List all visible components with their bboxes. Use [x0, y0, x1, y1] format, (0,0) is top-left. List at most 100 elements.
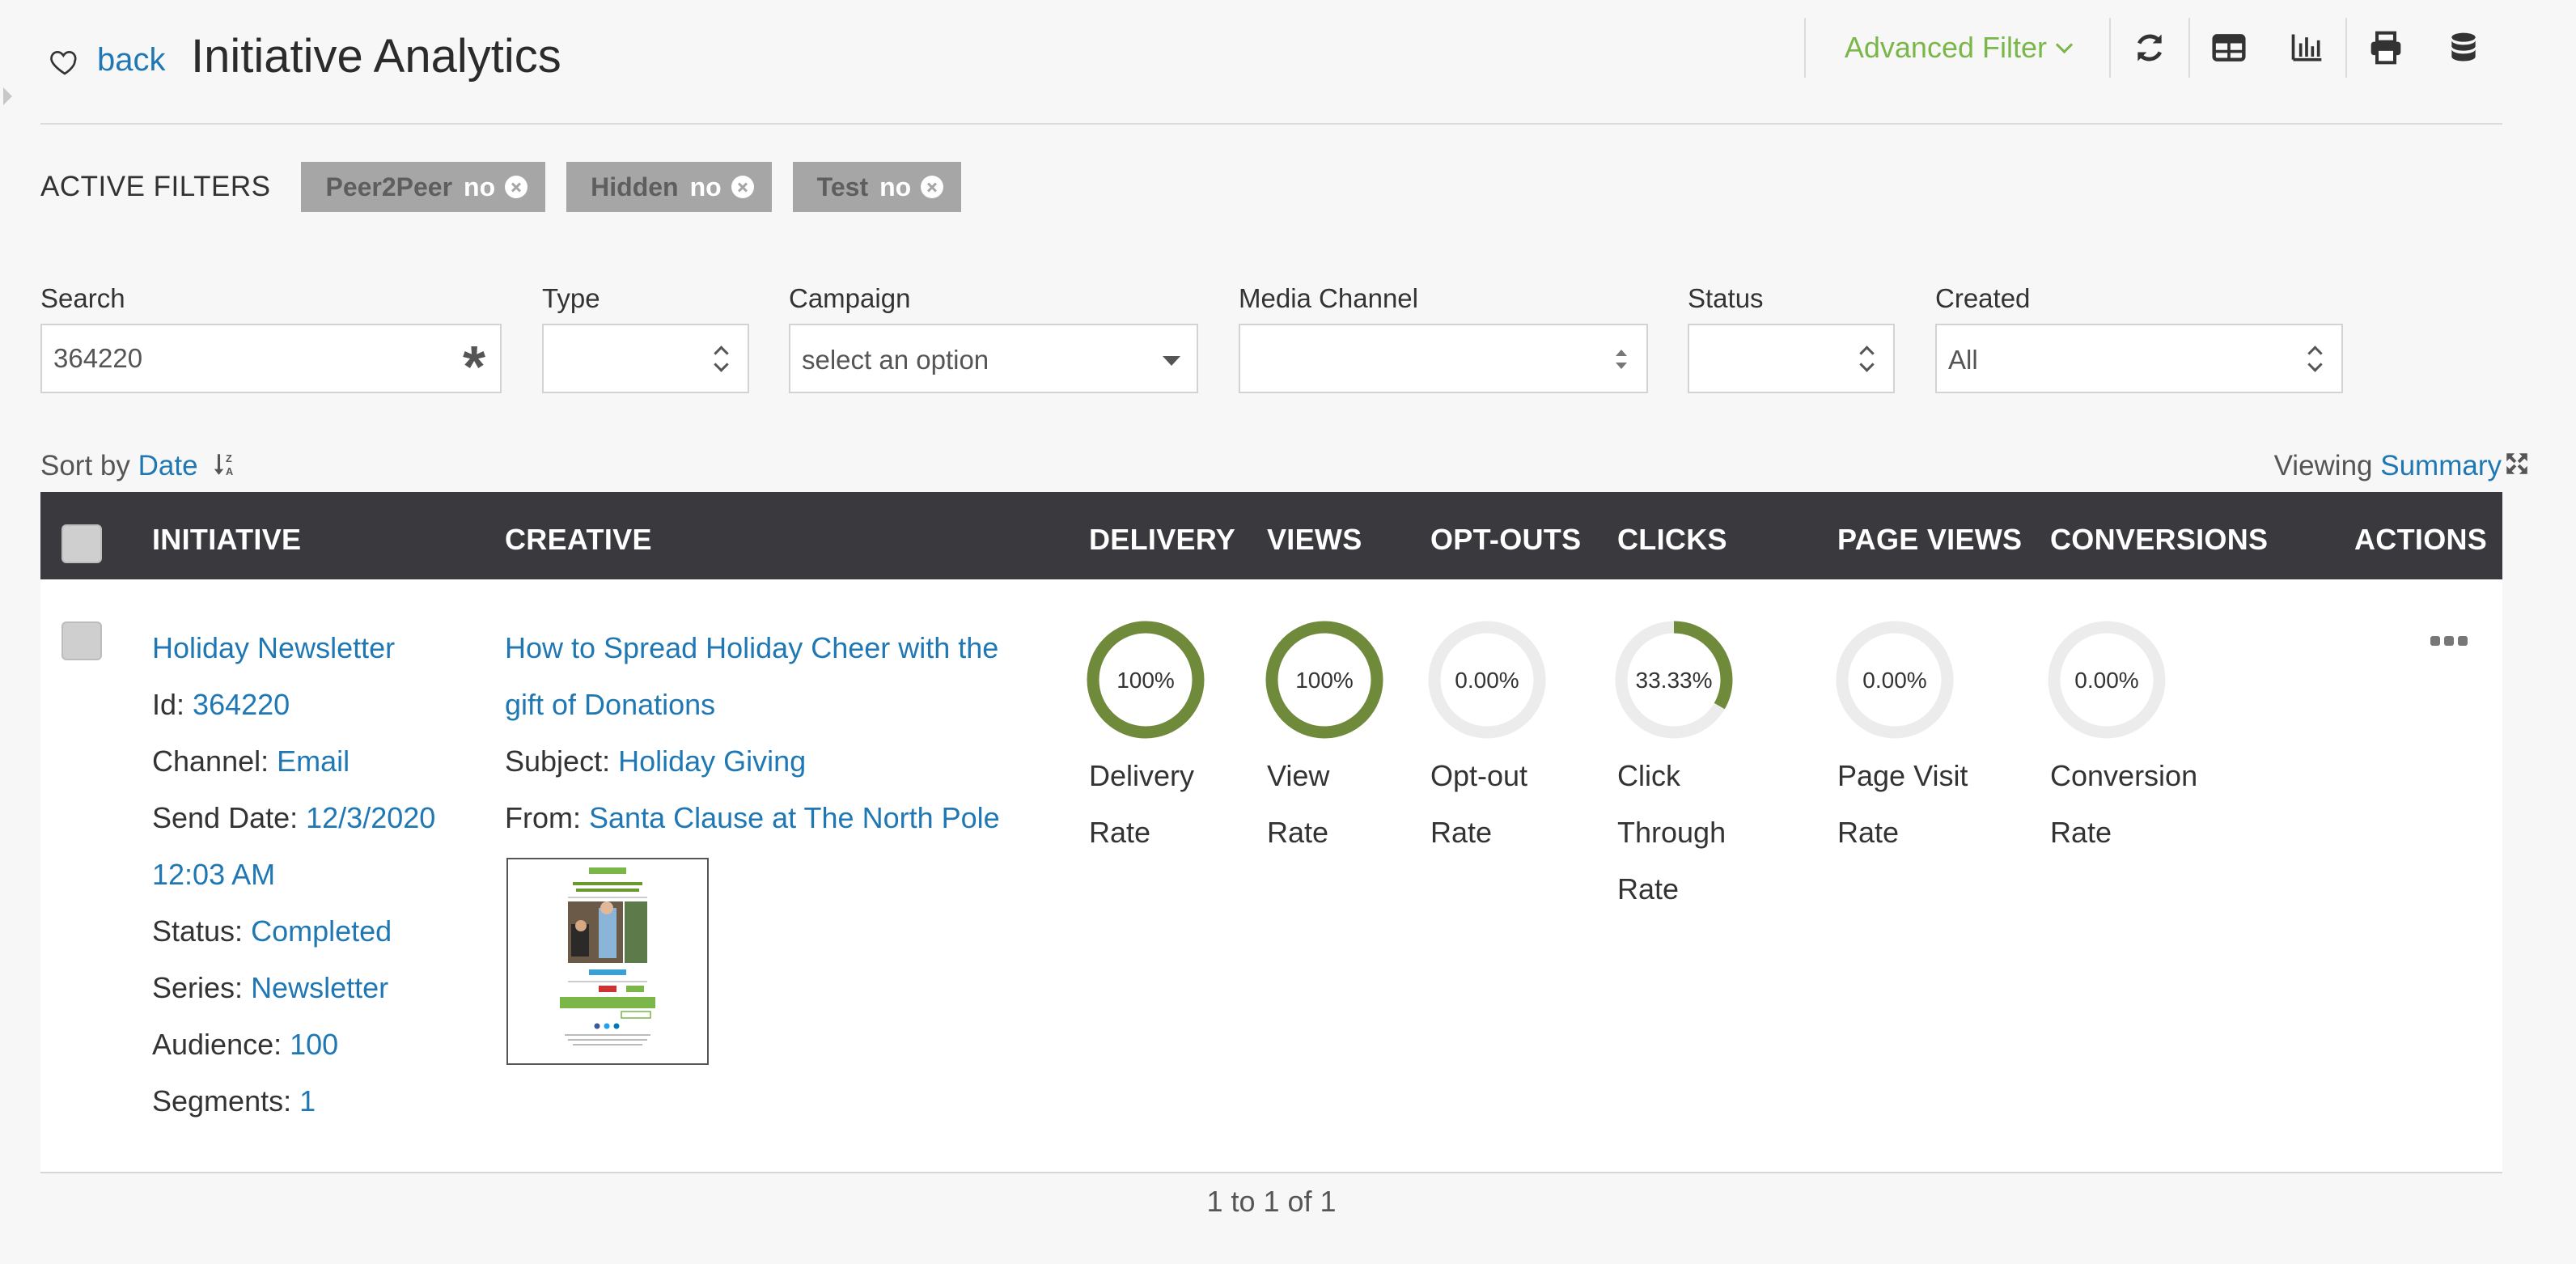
- refresh-button[interactable]: [2111, 18, 2188, 78]
- export-button[interactable]: [2425, 18, 2502, 78]
- type-select[interactable]: [542, 324, 749, 393]
- viewing-prefix: Viewing: [2273, 450, 2373, 481]
- metric-label-line: Page Visit: [1837, 759, 1968, 792]
- click-through-rate-ring: 33.33%: [1615, 621, 1733, 739]
- column-header-page-views[interactable]: PAGE VIEWS: [1837, 523, 2022, 557]
- view-rate-ring: 100%: [1265, 621, 1383, 739]
- series-value[interactable]: Newsletter: [251, 971, 388, 1004]
- opt-out-rate-ring: 0.00%: [1428, 621, 1546, 739]
- metric-label-line: Conversion: [2050, 759, 2198, 792]
- column-header-opt-outs[interactable]: OPT-OUTS: [1430, 523, 1581, 557]
- svg-text:A: A: [226, 465, 233, 477]
- page-visit-rate-ring: 0.00%: [1836, 621, 1954, 739]
- sort-control: Sort by Date Z A: [40, 450, 239, 482]
- id-label: Id:: [152, 688, 185, 721]
- status-label-row: Status:: [152, 914, 244, 948]
- column-header-delivery[interactable]: DELIVERY: [1089, 523, 1235, 557]
- view-rate-label: View Rate: [1267, 748, 1429, 861]
- select-all-checkbox[interactable]: [61, 524, 102, 563]
- metric-label-line: Delivery: [1089, 759, 1195, 792]
- print-button[interactable]: [2347, 18, 2425, 78]
- status-value-row[interactable]: Completed: [251, 914, 392, 948]
- sort-prefix: Sort by: [40, 450, 130, 481]
- chart-view-button[interactable]: [2268, 18, 2345, 78]
- print-icon: [2371, 31, 2401, 65]
- advanced-filter-button[interactable]: Advanced Filter: [1806, 18, 2109, 78]
- metric-label-line: Rate: [1617, 872, 1680, 906]
- creative-title-link-line2[interactable]: gift of Donations: [505, 688, 715, 721]
- column-header-actions: ACTIONS: [2354, 523, 2488, 556]
- conversion-rate-value: 0.00%: [2074, 668, 2138, 693]
- audience-label: Audience:: [152, 1028, 282, 1061]
- media-channel-label: Media Channel: [1239, 283, 1418, 313]
- row-checkbox[interactable]: [61, 621, 102, 660]
- column-header-initiative[interactable]: INITIATIVE: [152, 523, 301, 557]
- send-date-label: Send Date:: [152, 801, 299, 834]
- asterisk-icon[interactable]: *: [463, 338, 485, 397]
- sort-descending-icon[interactable]: Z A: [212, 451, 239, 478]
- chevron-down-icon: [2055, 36, 2074, 53]
- viewing-mode-link[interactable]: Summary: [2380, 450, 2502, 481]
- created-select[interactable]: All: [1935, 324, 2343, 393]
- heart-icon[interactable]: [49, 45, 81, 78]
- subject-value[interactable]: Holiday Giving: [618, 744, 806, 778]
- campaign-select[interactable]: select an option: [789, 324, 1198, 393]
- more-actions-icon[interactable]: [2430, 636, 2468, 646]
- delivery-rate-label: Delivery Rate: [1089, 748, 1251, 861]
- segments-value[interactable]: 1: [299, 1084, 316, 1118]
- send-time-value[interactable]: 12:03 AM: [152, 858, 275, 891]
- metric-label-line: Click: [1617, 759, 1680, 792]
- type-label: Type: [542, 283, 600, 313]
- filter-chip-key: Peer2Peer: [325, 172, 453, 201]
- active-filters: ACTIVE FILTERS Peer2Peer no Hidden no Te…: [40, 162, 982, 212]
- back-link[interactable]: back: [97, 42, 166, 78]
- column-header-clicks[interactable]: CLICKS: [1617, 523, 1727, 557]
- filter-chip-test: Test no: [792, 162, 962, 212]
- remove-filter-icon[interactable]: [505, 176, 528, 198]
- status-label: Status: [1688, 283, 1764, 313]
- metric-label-line: Rate: [1267, 816, 1329, 849]
- metric-label-line: Rate: [1089, 816, 1151, 849]
- creative-title-link[interactable]: How to Spread Holiday Cheer with the: [505, 631, 998, 664]
- send-date-value[interactable]: 12/3/2020: [306, 801, 435, 834]
- from-value[interactable]: Santa Clause at The North Pole: [589, 801, 1000, 834]
- metric-label-line: Through: [1617, 816, 1727, 849]
- viewing-control: Viewing Summary: [2274, 450, 2502, 482]
- campaign-placeholder: select an option: [802, 345, 989, 375]
- column-header-views[interactable]: VIEWS: [1267, 523, 1362, 557]
- id-value[interactable]: 364220: [193, 688, 290, 721]
- creative-thumbnail[interactable]: [506, 858, 709, 1065]
- initiative-name-link[interactable]: Holiday Newsletter: [152, 631, 395, 664]
- subject-label: Subject:: [505, 744, 611, 778]
- remove-filter-icon[interactable]: [731, 176, 754, 198]
- pagination-summary: 1 to 1 of 1: [1206, 1185, 1337, 1218]
- channel-value[interactable]: Email: [277, 744, 350, 778]
- status-select[interactable]: [1688, 324, 1895, 393]
- page-visit-rate-value: 0.00%: [1862, 668, 1926, 693]
- creative-cell: How to Spread Holiday Cheer with the gif…: [505, 620, 1000, 846]
- sidebar-toggle[interactable]: [3, 87, 12, 105]
- bar-chart-icon: [2291, 34, 2322, 62]
- filter-chip-key: Hidden: [591, 172, 679, 201]
- conversion-rate-ring: 0.00%: [2048, 621, 2166, 739]
- metric-label-line: View: [1267, 759, 1330, 792]
- filter-chip-value: no: [689, 172, 722, 201]
- initiative-cell: Holiday Newsletter Id: 364220 Channel: E…: [152, 620, 435, 1130]
- table-view-button[interactable]: [2190, 18, 2268, 78]
- campaign-label: Campaign: [789, 283, 911, 313]
- metric-label-line: Rate: [1430, 816, 1493, 849]
- column-header-conversions[interactable]: CONVERSIONS: [2050, 523, 2268, 557]
- created-value: All: [1948, 345, 1978, 375]
- refresh-icon: [2137, 34, 2162, 62]
- page-header: back Initiative Analytics Advanced Filte…: [40, 0, 2502, 125]
- filter-chip-value: no: [879, 172, 912, 201]
- column-header-creative[interactable]: CREATIVE: [505, 523, 652, 557]
- sort-field-link[interactable]: Date: [138, 450, 198, 481]
- segments-label: Segments:: [152, 1084, 292, 1118]
- expand-icon[interactable]: [2503, 450, 2531, 477]
- remove-filter-icon[interactable]: [921, 176, 944, 198]
- channel-label: Channel:: [152, 744, 269, 778]
- search-input[interactable]: [42, 325, 409, 392]
- audience-value[interactable]: 100: [290, 1028, 338, 1061]
- media-channel-select[interactable]: [1239, 324, 1648, 393]
